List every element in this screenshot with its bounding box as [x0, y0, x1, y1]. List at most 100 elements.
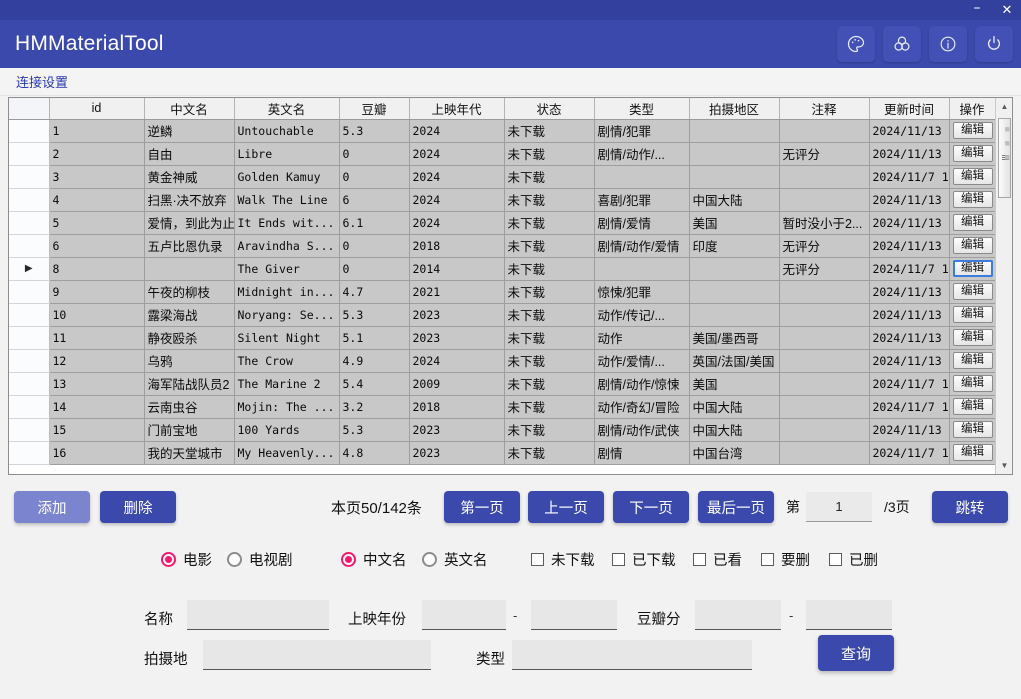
radio-movie-icon[interactable] — [161, 551, 176, 567]
cell-chinese-name[interactable]: 乌鸦 — [144, 349, 235, 373]
cell-english-name[interactable]: My Heavenly... — [234, 441, 340, 465]
table-row[interactable]: 3黄金神威Golden Kamuy02024未下载 2024/11/7 1...编… — [9, 165, 996, 189]
checkbox-option-to-delete[interactable]: 要删 — [761, 549, 810, 570]
cell-english-name[interactable]: The Marine 2 — [234, 372, 340, 396]
cell-region[interactable]: 中国大陆 — [689, 418, 780, 442]
checkbox-to-delete-icon[interactable] — [761, 552, 774, 566]
row-selector-cell[interactable] — [9, 234, 50, 258]
checkbox-watched-icon[interactable] — [693, 552, 706, 566]
cell-note[interactable] — [779, 280, 870, 304]
radio-option-english-name[interactable]: 英文名 — [422, 549, 488, 570]
cell-douban[interactable]: 5.4 — [339, 372, 410, 396]
cell-english-name[interactable]: Noryang: Se... — [234, 303, 340, 327]
cell-english-name[interactable]: 100 Yards — [234, 418, 340, 442]
cell-year[interactable]: 2014 — [409, 257, 505, 281]
cell-chinese-name[interactable]: 我的天堂城市 — [144, 441, 235, 465]
cell-id[interactable]: 3 — [49, 165, 145, 189]
cell-year[interactable]: 2024 — [409, 119, 505, 143]
info-icon[interactable] — [929, 26, 967, 62]
row-selector-cell[interactable] — [9, 303, 50, 327]
cell-updated[interactable]: 2024/11/7 1... — [869, 257, 950, 281]
table-row[interactable]: 15 门前宝地 100 Yards 5.3 2023 未下载 剧情/动作/武侠 中国大陆 202… — [9, 418, 996, 442]
cell-english-name[interactable]: Silent Night — [234, 326, 340, 350]
edit-button[interactable]: 编辑 — [952, 122, 993, 139]
cell-english-name[interactable]: The Giver — [234, 257, 340, 281]
edit-button[interactable]: 编辑 — [952, 306, 993, 323]
row-selector-cell[interactable] — [9, 119, 50, 143]
cell-status[interactable]: 未下载 — [504, 211, 595, 235]
row-selector-cell[interactable] — [9, 280, 50, 304]
edit-button[interactable]: 编辑 — [952, 260, 993, 277]
table-row[interactable]: ▶ 8 The Giver02014未下载 无评分2024/11/7 1...编辑 — [9, 257, 996, 281]
prev-page-button[interactable]: 上一页 — [528, 491, 604, 523]
checkbox-option-not-downloaded[interactable]: 未下载 — [531, 549, 595, 570]
column-header-updated[interactable]: 更新时间 — [869, 98, 950, 120]
cell-region[interactable]: 美国/墨西哥 — [689, 326, 780, 350]
cell-english-name[interactable]: Untouchable — [234, 119, 340, 143]
cell-status[interactable]: 未下载 — [504, 165, 595, 189]
cell-year[interactable]: 2018 — [409, 234, 505, 258]
checkbox-not-downloaded-icon[interactable] — [531, 552, 544, 566]
table-row[interactable]: 13 海军陆战队员2 The Marine 2 5.4 2009 未下载 剧情/动作/惊悚美… — [9, 372, 996, 396]
color-circles-icon[interactable] — [883, 26, 921, 62]
cell-genre[interactable] — [594, 165, 690, 189]
cell-status[interactable]: 未下载 — [504, 395, 595, 419]
cell-id[interactable]: 4 — [49, 188, 145, 212]
cell-chinese-name[interactable] — [144, 257, 235, 281]
power-icon[interactable] — [975, 26, 1013, 62]
edit-button[interactable]: 编辑 — [952, 352, 993, 369]
cell-status[interactable]: 未下载 — [504, 372, 595, 396]
cell-english-name[interactable]: Golden Kamuy — [234, 165, 340, 189]
cell-douban[interactable]: 0 — [339, 257, 410, 281]
cell-genre[interactable]: 剧情/动作/爱情 — [594, 234, 690, 258]
name-input[interactable] — [187, 600, 329, 630]
minimize-icon[interactable]: – — [967, 1, 987, 19]
row-selector-cell[interactable] — [9, 165, 50, 189]
table-row[interactable]: 2自由Libre02024未下载剧情/动作/... 无评分2024/11/13 .… — [9, 142, 996, 166]
cell-chinese-name[interactable]: 静夜殴杀 — [144, 326, 235, 350]
radio-tvseries-icon[interactable] — [227, 551, 242, 567]
add-button[interactable]: 添加 — [14, 491, 90, 523]
cell-genre[interactable]: 剧情/动作/武侠 — [594, 418, 690, 442]
cell-douban[interactable]: 4.8 — [339, 441, 410, 465]
table-row[interactable]: 14 云南虫谷 Mojin: The ... 3.2 2018 未下载 动作/奇幻/冒险 中国… — [9, 395, 996, 419]
cell-updated[interactable]: 2024/11/13 ... — [869, 234, 950, 258]
table-row[interactable]: 9 午夜的柳枝 Midnight in... 4.7 2021 未下载 惊悚/犯罪 2024/… — [9, 280, 996, 304]
cell-year[interactable]: 2023 — [409, 441, 505, 465]
radio-option-movie[interactable]: 电影 — [161, 549, 212, 570]
cell-updated[interactable]: 2024/11/7 1... — [869, 165, 950, 189]
row-selector-cell[interactable] — [9, 326, 50, 350]
year-to-input[interactable] — [531, 600, 617, 630]
row-selector-cell[interactable] — [9, 142, 50, 166]
cell-douban[interactable]: 6 — [339, 188, 410, 212]
table-row[interactable]: 4 扫黑·决不放弃 Walk The Line 6 2024 未下载 喜剧/犯罪 中国大陆 20… — [9, 188, 996, 212]
cell-updated[interactable]: 2024/11/7 1... — [869, 441, 950, 465]
cell-region[interactable] — [689, 142, 780, 166]
scroll-down-icon[interactable]: ▼ — [996, 457, 1012, 474]
row-selector-cell[interactable] — [9, 349, 50, 373]
cell-douban[interactable]: 5.3 — [339, 303, 410, 327]
cell-updated[interactable]: 2024/11/7 1... — [869, 395, 950, 419]
column-header-note[interactable]: 注释 — [779, 98, 870, 120]
cell-status[interactable]: 未下载 — [504, 349, 595, 373]
cell-genre[interactable]: 剧情/动作/... — [594, 142, 690, 166]
cell-note[interactable]: 无评分 — [779, 257, 870, 281]
column-header-action[interactable]: 操作 — [949, 98, 996, 120]
cell-note[interactable]: 无评分 — [779, 234, 870, 258]
cell-region[interactable]: 中国大陆 — [689, 395, 780, 419]
table-row[interactable]: 5 爱情，到此为止 It Ends wit... 6.1 2024 未下载 剧情/爱情 美国暂… — [9, 211, 996, 235]
radio-option-chinese-name[interactable]: 中文名 — [341, 549, 407, 570]
cell-note[interactable]: 无评分 — [779, 142, 870, 166]
cell-updated[interactable]: 2024/11/13 ... — [869, 349, 950, 373]
cell-genre[interactable]: 剧情/爱情 — [594, 211, 690, 235]
cell-douban[interactable]: 4.9 — [339, 349, 410, 373]
cell-english-name[interactable]: The Crow — [234, 349, 340, 373]
radio-english-name-icon[interactable] — [422, 551, 437, 567]
edit-button[interactable]: 编辑 — [952, 214, 993, 231]
cell-note[interactable] — [779, 119, 870, 143]
table-row[interactable]: 1 逆鳞 Untouchable 5.3 2024 未下载 剧情/犯罪 2024/11/13 … — [9, 119, 996, 143]
row-selector-cell[interactable] — [9, 372, 50, 396]
cell-english-name[interactable]: Mojin: The ... — [234, 395, 340, 419]
cell-region[interactable] — [689, 303, 780, 327]
cell-updated[interactable]: 2024/11/13 ... — [869, 326, 950, 350]
